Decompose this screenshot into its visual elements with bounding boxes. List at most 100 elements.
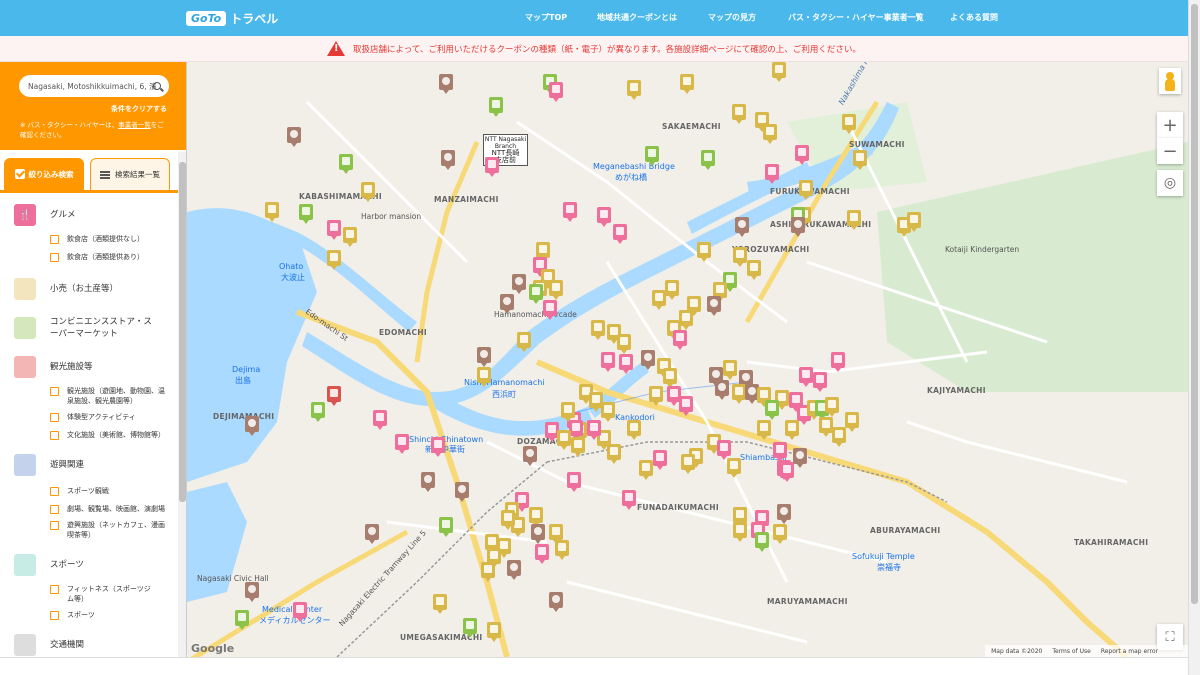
map-pin[interactable] [673, 330, 687, 350]
map-pin[interactable] [847, 210, 861, 230]
checkbox[interactable] [50, 521, 59, 530]
category-transport[interactable]: 交通機関 [14, 634, 84, 656]
map-pin[interactable] [780, 462, 794, 482]
map-pin[interactable] [561, 402, 575, 422]
map-pin[interactable] [717, 440, 731, 460]
map-pin[interactable] [715, 380, 729, 400]
option-tourist-facility[interactable]: 観光施設（遊園地、動物園、温泉施設、観光農園等） [50, 386, 167, 406]
map-pin[interactable] [439, 74, 453, 94]
map-pin[interactable] [327, 386, 341, 406]
map-pin[interactable] [772, 62, 786, 82]
street-view-pegman[interactable] [1159, 68, 1181, 94]
nav-faq[interactable]: よくある質問 [950, 12, 998, 23]
sidebar-scroll-thumb[interactable] [179, 162, 186, 502]
option-activity[interactable]: 体験型アクティビティ [50, 412, 136, 422]
map-pin[interactable] [641, 350, 655, 370]
map-pin[interactable] [793, 448, 807, 468]
map-pin[interactable] [555, 540, 569, 560]
category-convenience[interactable]: コンビニエンスストア・スーパーマーケット [14, 316, 160, 340]
map-pin[interactable] [777, 504, 791, 524]
map-pin[interactable] [441, 150, 455, 170]
map-pin[interactable] [431, 437, 445, 457]
map-pin[interactable] [853, 150, 867, 170]
search-icon[interactable] [153, 82, 161, 90]
map-pin[interactable] [773, 442, 787, 462]
map-pin[interactable] [765, 400, 779, 420]
map-pin[interactable] [791, 217, 805, 237]
checkbox[interactable] [50, 611, 59, 620]
map-pin[interactable] [607, 444, 621, 464]
checkbox[interactable] [50, 253, 59, 262]
terms-link[interactable]: Terms of Use [1052, 648, 1090, 655]
map-pin[interactable] [245, 582, 259, 602]
map-pin[interactable] [373, 410, 387, 430]
map-pin[interactable] [813, 372, 827, 392]
checkbox[interactable] [50, 505, 59, 514]
map-pin[interactable] [507, 560, 521, 580]
checkbox[interactable] [50, 413, 59, 422]
map-pin[interactable] [501, 510, 515, 530]
category-retail[interactable]: 小売（お土産等） [14, 278, 118, 300]
map-pin[interactable] [439, 517, 453, 537]
category-gourmet[interactable]: 🍴 グルメ [14, 204, 76, 226]
map-pin[interactable] [481, 562, 495, 582]
option-sports[interactable]: スポーツ [50, 610, 95, 620]
map-pin[interactable] [327, 220, 341, 240]
map-pin[interactable] [907, 212, 921, 232]
map-pin[interactable] [591, 320, 605, 340]
map-pin[interactable] [747, 260, 761, 280]
map-pin[interactable] [549, 592, 563, 612]
category-sports[interactable]: スポーツ [14, 554, 84, 576]
map-pin[interactable] [733, 507, 747, 527]
checkbox[interactable] [50, 487, 59, 496]
map-pin[interactable] [549, 280, 563, 300]
tab-filter-search[interactable]: 絞り込み検索 [4, 158, 84, 190]
map-pin[interactable] [622, 490, 636, 510]
map-pin[interactable] [536, 242, 550, 262]
map-pin[interactable] [500, 294, 514, 314]
map-pin[interactable] [617, 334, 631, 354]
map-pin[interactable] [679, 396, 693, 416]
nav-coupon-about[interactable]: 地域共通クーポンとは [597, 12, 677, 23]
map-pin[interactable] [365, 524, 379, 544]
clear-conditions-link[interactable]: 条件をクリアする [111, 104, 167, 114]
map-pin[interactable] [832, 427, 846, 447]
map-pin[interactable] [299, 204, 313, 224]
map-pin[interactable] [543, 300, 557, 320]
option-theater[interactable]: 劇場、観覧場、映画館、演劇場 [50, 504, 165, 514]
checkbox[interactable] [50, 235, 59, 244]
option-amusement[interactable]: 遊興施設（ネットカフェ、漫画喫茶等） [50, 520, 167, 540]
map-pin[interactable] [563, 202, 577, 222]
map-pin[interactable] [627, 80, 641, 100]
map-pin[interactable] [723, 360, 737, 380]
map-pin[interactable] [311, 402, 325, 422]
map-pin[interactable] [395, 434, 409, 454]
map-pin[interactable] [421, 472, 435, 492]
map-pin[interactable] [653, 450, 667, 470]
map-pin[interactable] [477, 347, 491, 367]
shinchi-chinatown-label[interactable]: Shinchi Chinatown [409, 435, 483, 444]
option-fitness[interactable]: フィットネス（スポーツジム等） [50, 584, 157, 604]
map-pin[interactable] [842, 114, 856, 134]
map-pin[interactable] [531, 524, 545, 544]
map-pin[interactable] [265, 202, 279, 222]
sofukuji-label[interactable]: Sofukuji Temple [852, 552, 915, 561]
location-search-input[interactable]: Nagasaki, Motoshikkuimachi, 6, 濱 [19, 75, 169, 97]
option-sports-watching[interactable]: スポーツ観戦 [50, 486, 109, 496]
meganebashi-label[interactable]: Meganebashi Bridge [593, 162, 675, 171]
map-pin[interactable] [557, 430, 571, 450]
dejima-label[interactable]: Dejima [232, 365, 260, 374]
map-pin[interactable] [489, 97, 503, 117]
map-pin[interactable] [293, 602, 307, 622]
map-pin[interactable] [477, 367, 491, 387]
option-restaurant-no-alcohol[interactable]: 飲食店（酒類提供なし） [50, 234, 144, 244]
map-pin[interactable] [755, 532, 769, 552]
operator-list-link[interactable]: 事業者一覧 [118, 121, 151, 129]
map-pin[interactable] [732, 384, 746, 404]
my-location-icon[interactable]: ◎ [1157, 170, 1183, 196]
map-pin[interactable] [679, 310, 693, 330]
report-error-link[interactable]: Report a map error [1101, 648, 1158, 655]
map-pin[interactable] [235, 610, 249, 630]
map-pin[interactable] [757, 420, 771, 440]
map-pin[interactable] [799, 367, 813, 387]
